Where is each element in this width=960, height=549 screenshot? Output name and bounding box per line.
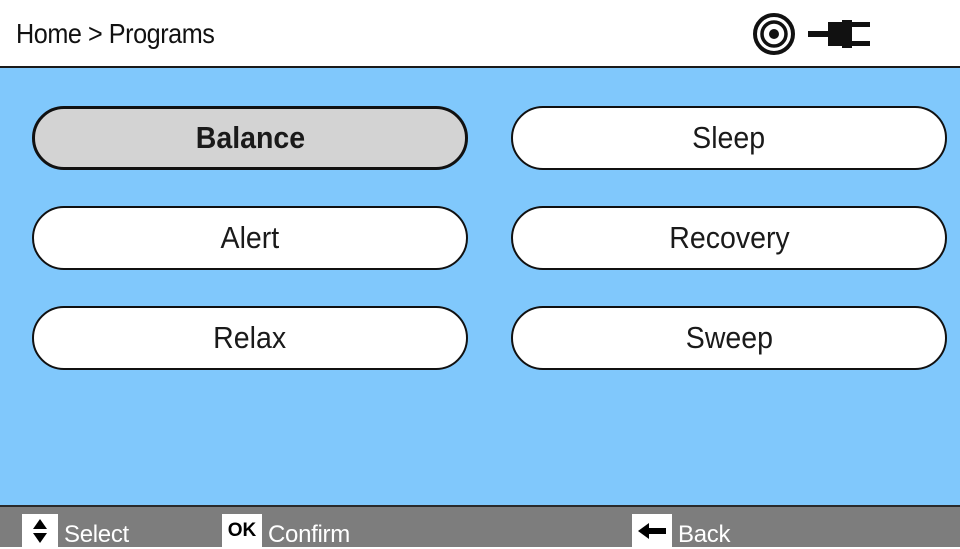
program-button-recovery[interactable]: Recovery: [511, 206, 947, 270]
program-grid: Balance Sleep Alert Recovery Relax Sweep: [0, 68, 960, 506]
confirm-label: Confirm: [268, 521, 350, 548]
ok-key-icon: OK: [222, 514, 262, 548]
header-bar: Home > Programs: [0, 0, 960, 68]
confirm-hint: OK Confirm: [222, 514, 350, 548]
program-label: Recovery: [668, 220, 790, 255]
footer-hint-bar: Select OK Confirm Back: [0, 505, 960, 548]
back-hint: Back: [632, 514, 730, 548]
status-icons: [752, 12, 876, 61]
select-label: Select: [64, 521, 129, 548]
program-button-sleep[interactable]: Sleep: [511, 106, 947, 170]
program-label: Relax: [213, 320, 287, 355]
program-label: Balance: [195, 120, 305, 155]
program-button-alert[interactable]: Alert: [32, 206, 468, 270]
left-arrow-icon: [632, 514, 672, 548]
target-icon: [752, 12, 796, 61]
plug-icon: [806, 12, 876, 61]
program-button-relax[interactable]: Relax: [32, 306, 468, 370]
program-button-balance[interactable]: Balance: [32, 106, 468, 170]
up-down-arrows-icon: [22, 514, 58, 548]
program-button-sweep[interactable]: Sweep: [511, 306, 947, 370]
program-label: Sleep: [692, 120, 766, 155]
program-label: Alert: [220, 220, 280, 255]
back-label: Back: [678, 521, 731, 548]
breadcrumb: Home > Programs: [16, 18, 215, 49]
program-label: Sweep: [685, 320, 773, 355]
select-hint: Select: [22, 514, 129, 548]
